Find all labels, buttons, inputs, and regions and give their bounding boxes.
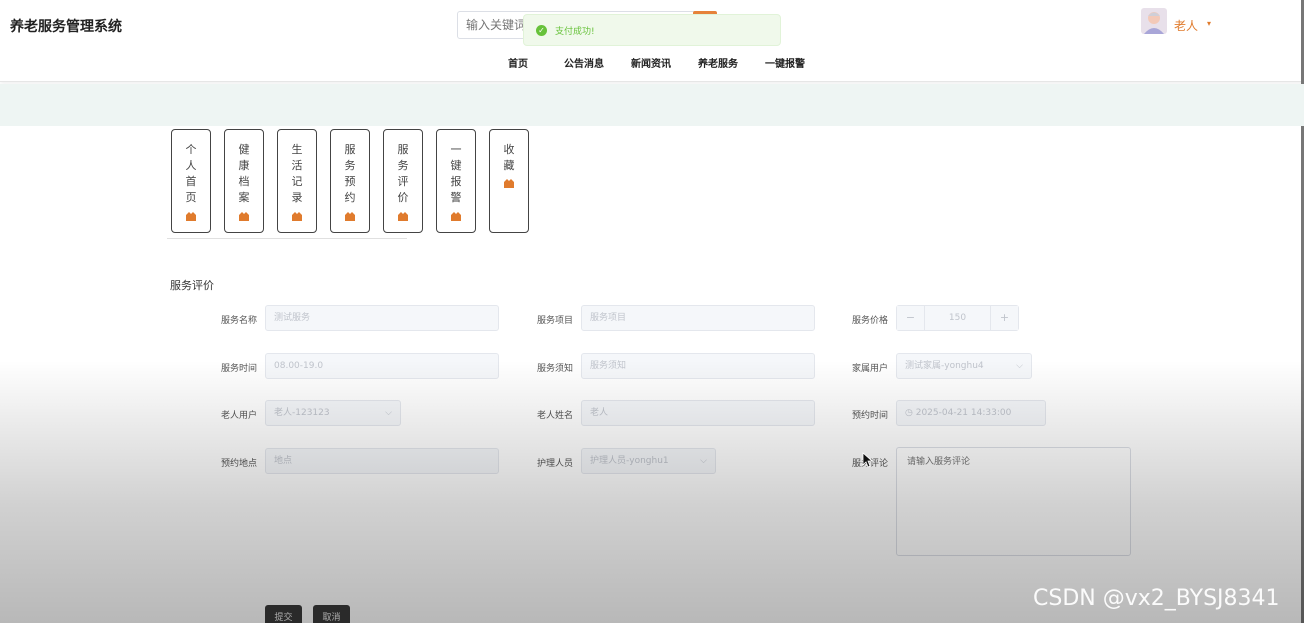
menu-card-label: 健康档案 xyxy=(238,143,250,204)
service-name-label: 服务名称 xyxy=(220,316,257,326)
nav-item-home[interactable]: 首页 xyxy=(508,55,528,70)
nav-item-elder-service[interactable]: 养老服务 xyxy=(698,55,738,70)
family-user-label: 家属用户 xyxy=(851,364,888,374)
family-user-value: 测试家属-yonghu4 xyxy=(905,361,984,371)
service-time-label: 服务时间 xyxy=(220,364,257,374)
menu-card-label: 收藏 xyxy=(503,143,515,172)
chevron-down-icon: ⌵ xyxy=(1016,361,1023,371)
folder-icon xyxy=(398,212,408,221)
folder-icon xyxy=(451,212,461,221)
cancel-button[interactable]: 取消 xyxy=(313,605,350,623)
menu-card-personal-home[interactable]: 个人首页 xyxy=(171,129,211,233)
service-time-field[interactable]: 08.00-19.0 xyxy=(265,353,499,379)
appointment-place-label: 预约地点 xyxy=(220,459,257,469)
nurse-label: 护理人员 xyxy=(536,459,573,469)
folder-icon xyxy=(504,179,514,188)
top-header: 养老服务管理系统 ✓ 支付成功! 首页 公告消息 新闻资讯 养老服务 一键报警 … xyxy=(0,0,1304,82)
avatar[interactable] xyxy=(1141,8,1167,34)
chevron-down-icon[interactable]: ▾ xyxy=(1207,19,1211,28)
service-review-textarea[interactable] xyxy=(896,447,1131,556)
clock-icon: ◷ xyxy=(905,408,913,418)
elder-name-field[interactable]: 老人 xyxy=(581,400,815,426)
service-name-field[interactable]: 测试服务 xyxy=(265,305,499,331)
service-item-label: 服务项目 xyxy=(536,316,573,326)
menu-card-service-review[interactable]: 服务评价 xyxy=(383,129,423,233)
menu-card-health-records[interactable]: 健康档案 xyxy=(224,129,264,233)
nurse-select[interactable]: 护理人员-yonghu1 ⌵ xyxy=(581,448,716,474)
toast-message: 支付成功! xyxy=(555,26,595,37)
increment-button[interactable]: + xyxy=(990,306,1018,330)
success-check-icon: ✓ xyxy=(536,24,547,36)
decrement-button[interactable]: − xyxy=(897,306,925,330)
app-title: 养老服务管理系统 xyxy=(10,19,122,35)
elder-name-label: 老人姓名 xyxy=(536,411,573,421)
menu-card-service-booking[interactable]: 服务预约 xyxy=(330,129,370,233)
elder-user-label: 老人用户 xyxy=(220,411,257,421)
chevron-down-icon: ⌵ xyxy=(700,456,707,466)
elder-user-value: 老人-123123 xyxy=(274,408,330,418)
service-review-label: 服务评论 xyxy=(851,459,888,469)
appointment-time-picker[interactable]: ◷ 2025-04-21 14:33:00 xyxy=(896,400,1046,426)
menu-card-label: 生活记录 xyxy=(291,143,303,204)
appointment-place-field[interactable]: 地点 xyxy=(265,448,499,474)
menu-card-life-records[interactable]: 生活记录 xyxy=(277,129,317,233)
watermark: CSDN @vx2_BYSJ8341 xyxy=(1033,586,1280,611)
mouse-cursor-icon xyxy=(862,452,874,468)
nav-item-news[interactable]: 新闻资讯 xyxy=(631,55,671,70)
success-toast: ✓ 支付成功! xyxy=(523,14,781,46)
service-notice-label: 服务须知 xyxy=(536,364,573,374)
folder-icon xyxy=(239,212,249,221)
menu-card-label: 一键报警 xyxy=(450,143,462,204)
username[interactable]: 老人 xyxy=(1174,17,1198,34)
nav-item-alarm[interactable]: 一键报警 xyxy=(765,55,805,70)
service-price-stepper[interactable]: − 150 + xyxy=(896,305,1019,331)
submit-button[interactable]: 提交 xyxy=(265,605,302,623)
service-notice-field[interactable]: 服务须知 xyxy=(581,353,815,379)
menu-card-label: 服务预约 xyxy=(344,143,356,204)
menu-card-label: 个人首页 xyxy=(185,143,197,204)
service-price-value[interactable]: 150 xyxy=(925,306,990,330)
chevron-down-icon: ⌵ xyxy=(385,408,392,418)
appointment-time-label: 预约时间 xyxy=(851,411,888,421)
menu-card-one-key-alarm[interactable]: 一键报警 xyxy=(436,129,476,233)
service-item-field[interactable]: 服务项目 xyxy=(581,305,815,331)
folder-icon xyxy=(292,212,302,221)
nav-item-announcements[interactable]: 公告消息 xyxy=(564,55,604,70)
elder-user-select[interactable]: 老人-123123 ⌵ xyxy=(265,400,401,426)
service-price-label: 服务价格 xyxy=(851,316,888,326)
appointment-time-value: 2025-04-21 14:33:00 xyxy=(915,408,1012,418)
family-user-select[interactable]: 测试家属-yonghu4 ⌵ xyxy=(896,353,1032,379)
banner xyxy=(0,84,1304,126)
menu-divider xyxy=(167,238,407,239)
menu-card-favorites[interactable]: 收藏 xyxy=(489,129,529,233)
folder-icon xyxy=(345,212,355,221)
nurse-value: 护理人员-yonghu1 xyxy=(590,456,669,466)
menu-card-label: 服务评价 xyxy=(397,143,409,204)
folder-icon xyxy=(186,212,196,221)
